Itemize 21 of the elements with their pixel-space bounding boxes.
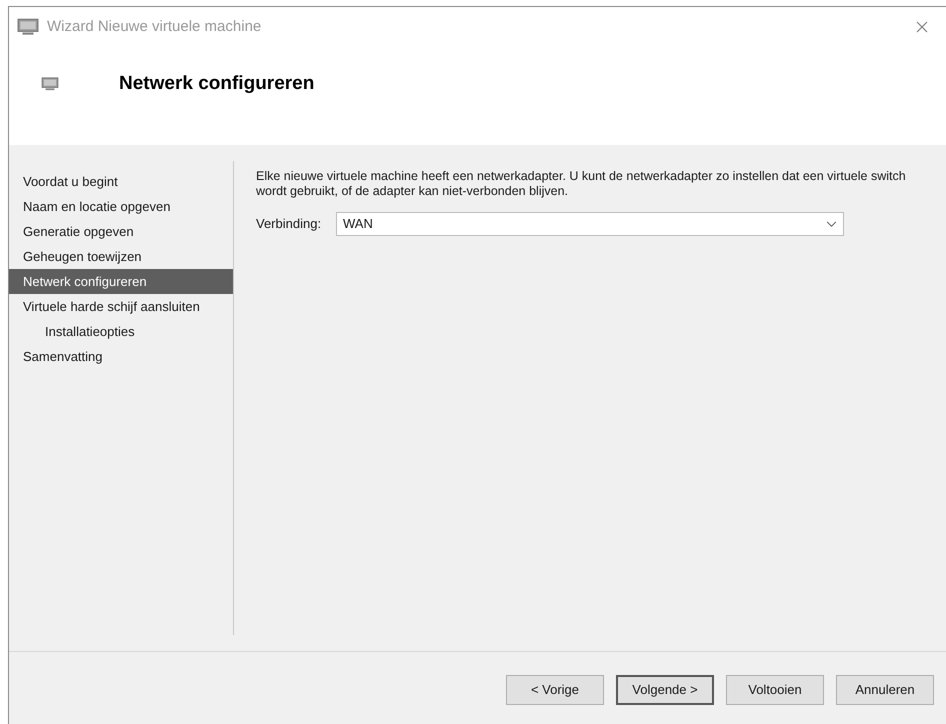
window-title: Wizard Nieuwe virtuele machine (47, 16, 262, 37)
chevron-down-icon (826, 220, 837, 228)
wizard-button[interactable]: Annuleren (836, 675, 934, 705)
wizard-button[interactable]: < Vorige (506, 675, 604, 705)
connection-label: Verbinding: (256, 215, 322, 234)
wizard-step[interactable]: Generatie opgeven (9, 219, 233, 244)
page-heading: Netwerk configureren (119, 72, 314, 96)
close-icon (916, 21, 928, 33)
description-text: Elke nieuwe virtuele machine heeft een netwerkadapter. U kunt de netwerkadapter zo instellen dat een virtuele switch wordt gebruikt, of de adapter kan niet-verbonden blijven. (256, 169, 906, 199)
wizard-step[interactable]: Installatieopties (9, 319, 233, 344)
monitor-icon (41, 77, 59, 91)
wizard-button[interactable]: Voltooien (726, 675, 824, 705)
wizard-step[interactable]: Naam en locatie opgeven (9, 194, 233, 219)
wizard-step[interactable]: Virtuele harde schijf aansluiten (9, 294, 233, 319)
wizard-button[interactable]: Volgende > (616, 675, 714, 705)
wizard-step[interactable]: Netwerk configureren (9, 269, 233, 294)
wizard-step[interactable]: Geheugen toewijzen (9, 244, 233, 269)
wizard-step[interactable]: Samenvatting (9, 344, 233, 369)
connection-dropdown[interactable]: WAN (336, 212, 844, 236)
wizard-step[interactable]: Voordat u begint (9, 169, 233, 194)
monitor-icon (17, 18, 39, 36)
